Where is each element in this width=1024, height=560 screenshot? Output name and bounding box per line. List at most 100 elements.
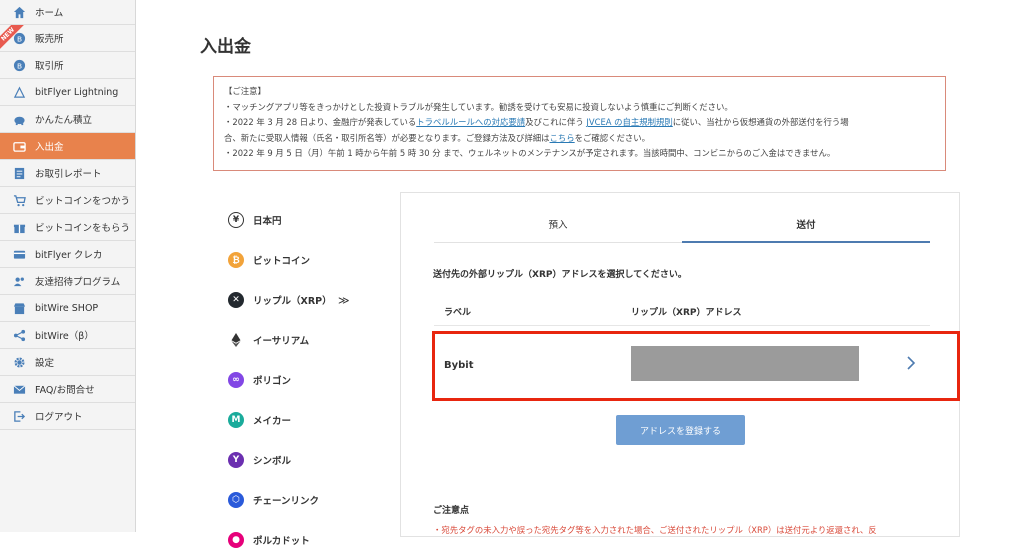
report-icon <box>12 166 26 180</box>
tab-send[interactable]: 送付 <box>682 211 930 243</box>
sidebar-item-lightning[interactable]: bitFlyer Lightning <box>0 79 135 106</box>
sidebar-item-credit-card[interactable]: bitFlyer クレカ <box>0 241 135 268</box>
currency-item-xrp[interactable]: ✕ リップル（XRP） ≫ <box>228 280 388 320</box>
sidebar-item-faq[interactable]: FAQ/お問合せ <box>0 376 135 403</box>
send-panel: 預入 送付 送付先の外部リップル（XRP）アドレスを選択してください。 ラベル … <box>400 192 960 537</box>
chainlink-icon: ⬡ <box>228 492 244 508</box>
sidebar-item-label: ビットコインをもらう <box>35 223 131 234</box>
credit-card-icon <box>12 247 26 261</box>
sidebar-item-label: bitFlyer クレカ <box>35 250 103 261</box>
currency-label: シンボル <box>253 456 292 467</box>
gift-icon <box>12 220 26 234</box>
page-title: 入出金 <box>200 37 251 57</box>
currency-label: 日本円 <box>253 216 282 227</box>
currency-label: ポルカドット <box>253 536 310 547</box>
jvcea-rule-link[interactable]: JVCEA の自主規制規則 <box>586 117 672 127</box>
ethereum-icon <box>228 332 244 348</box>
sidebar-item-label: お取引レポート <box>35 169 102 180</box>
maker-icon: M <box>228 412 244 428</box>
wallet-icon <box>12 139 26 153</box>
sidebar-item-label: 入出金 <box>35 142 64 153</box>
currency-label: ビットコイン <box>253 256 311 267</box>
sidebar-item-bitwire[interactable]: bitWire（β） <box>0 322 135 349</box>
chevron-right-icon <box>907 356 916 370</box>
svg-text:B: B <box>16 61 21 70</box>
sidebar-item-label: 取引所 <box>35 61 64 72</box>
caution-text: ・宛先タグの未入力や誤った宛先タグ等を入力された場合、ご送付されたリップル（XR… <box>433 525 877 535</box>
sidebar-item-label: ホーム <box>35 8 64 19</box>
sidebar: ホーム NEW B 販売所 B 取引所 bitFlyer Lightning か… <box>0 0 136 532</box>
address-label: Bybit <box>444 360 474 371</box>
currency-item-matic[interactable]: ∞ ポリゴン <box>228 360 388 400</box>
tab-bar: 預入 送付 <box>434 211 930 243</box>
logout-icon <box>12 409 26 423</box>
share-icon <box>12 328 26 342</box>
address-row[interactable]: Bybit <box>434 332 960 396</box>
notice-text: ・2022 年 3 月 28 日より、金融庁が発表している <box>224 117 417 127</box>
sidebar-item-hanbaisho[interactable]: NEW B 販売所 <box>0 25 135 52</box>
cart-icon <box>12 193 26 207</box>
currency-label: メイカー <box>253 416 292 427</box>
currency-item-dot[interactable]: ● ポルカドット <box>228 520 388 560</box>
sidebar-item-use-bitcoin[interactable]: ビットコインをつかう <box>0 187 135 214</box>
svg-text:B: B <box>16 34 21 43</box>
home-icon <box>12 5 26 19</box>
sidebar-item-label: FAQ/お問合せ <box>35 385 95 396</box>
sidebar-item-report[interactable]: お取引レポート <box>0 160 135 187</box>
bitcoin-coin-icon: B <box>12 58 26 72</box>
select-address-prompt: 送付先の外部リップル（XRP）アドレスを選択してください。 <box>433 270 687 280</box>
sidebar-item-label: ログアウト <box>35 412 83 423</box>
sidebar-item-label: 設定 <box>35 358 55 369</box>
sidebar-item-label: ビットコインをつかう <box>35 196 131 207</box>
travel-rule-link[interactable]: トラベルルールへの対応要請 <box>416 117 525 127</box>
symbol-icon: Y <box>228 452 244 468</box>
polkadot-icon: ● <box>228 532 244 548</box>
shop-icon <box>12 301 26 315</box>
sidebar-item-tsumitate[interactable]: かんたん積立 <box>0 106 135 133</box>
column-header-address: リップル（XRP）アドレス <box>631 308 742 318</box>
caution-title: ご注意点 <box>433 506 470 516</box>
notice-line: ・2022 年 3 月 28 日より、金融庁が発表しているトラベルルールへの対応… <box>224 115 935 131</box>
xrp-icon: ✕ <box>228 292 244 308</box>
sidebar-item-get-bitcoin[interactable]: ビットコインをもらう <box>0 214 135 241</box>
divider <box>434 325 930 326</box>
register-address-button[interactable]: アドレスを登録する <box>616 415 745 445</box>
gear-icon <box>12 355 26 369</box>
notice-box: 【ご注意】 ・マッチングアプリ等をきっかけとした投資トラブルが発生しています。勧… <box>213 76 946 171</box>
currency-label: イーサリアム <box>253 336 310 347</box>
currency-item-mkr[interactable]: M メイカー <box>228 400 388 440</box>
tab-deposit[interactable]: 預入 <box>434 211 682 243</box>
selected-chevron-icon: ≫ <box>338 293 350 307</box>
notice-text: をご確認ください。 <box>574 132 651 143</box>
sidebar-item-deposit-withdraw[interactable]: 入出金 <box>0 133 135 160</box>
sidebar-item-label: 販売所 <box>35 34 64 45</box>
currency-item-jpy[interactable]: ¥ 日本円 <box>228 200 388 240</box>
sidebar-item-label: bitWire SHOP <box>35 302 99 314</box>
redacted-address <box>631 346 859 381</box>
sidebar-item-home[interactable]: ホーム <box>0 0 135 25</box>
sidebar-item-invite[interactable]: 友達招待プログラム <box>0 268 135 295</box>
sidebar-item-bitwire-shop[interactable]: bitWire SHOP <box>0 295 135 322</box>
notice-text: 合、新たに受取人情報（氏名・取引所名等）が必要となります。ご登録方法及び詳細は <box>224 132 550 143</box>
sidebar-item-settings[interactable]: 設定 <box>0 349 135 376</box>
sidebar-item-torihikisho[interactable]: B 取引所 <box>0 52 135 79</box>
currency-list: ¥ 日本円 ₿ ビットコイン ✕ リップル（XRP） ≫ イーサリアム ∞ ポリ… <box>228 200 388 560</box>
currency-item-eth[interactable]: イーサリアム <box>228 320 388 360</box>
currency-label: ポリゴン <box>253 376 292 387</box>
sidebar-item-label: bitWire（β） <box>35 331 94 342</box>
column-header-label: ラベル <box>444 308 472 318</box>
sidebar-item-label: かんたん積立 <box>35 115 93 126</box>
notice-text: に従い、当社から仮想通貨の外部送付を行う場 <box>672 117 849 127</box>
currency-item-xym[interactable]: Y シンボル <box>228 440 388 480</box>
notice-line: 合、新たに受取人情報（氏名・取引所名等）が必要となります。ご登録方法及び詳細はこ… <box>224 131 935 147</box>
currency-item-btc[interactable]: ₿ ビットコイン <box>228 240 388 280</box>
lightning-triangle-icon <box>12 85 26 99</box>
details-link[interactable]: こちら <box>550 133 575 143</box>
currency-item-link[interactable]: ⬡ チェーンリンク <box>228 480 388 520</box>
sidebar-item-logout[interactable]: ログアウト <box>0 403 135 430</box>
notice-text: 及びこれに伴う <box>525 117 587 127</box>
polygon-icon: ∞ <box>228 372 244 388</box>
notice-line: ・マッチングアプリ等をきっかけとした投資トラブルが発生しています。勧誘を受けても… <box>224 101 733 112</box>
yen-icon: ¥ <box>228 212 244 228</box>
notice-heading: 【ご注意】 <box>224 86 266 96</box>
